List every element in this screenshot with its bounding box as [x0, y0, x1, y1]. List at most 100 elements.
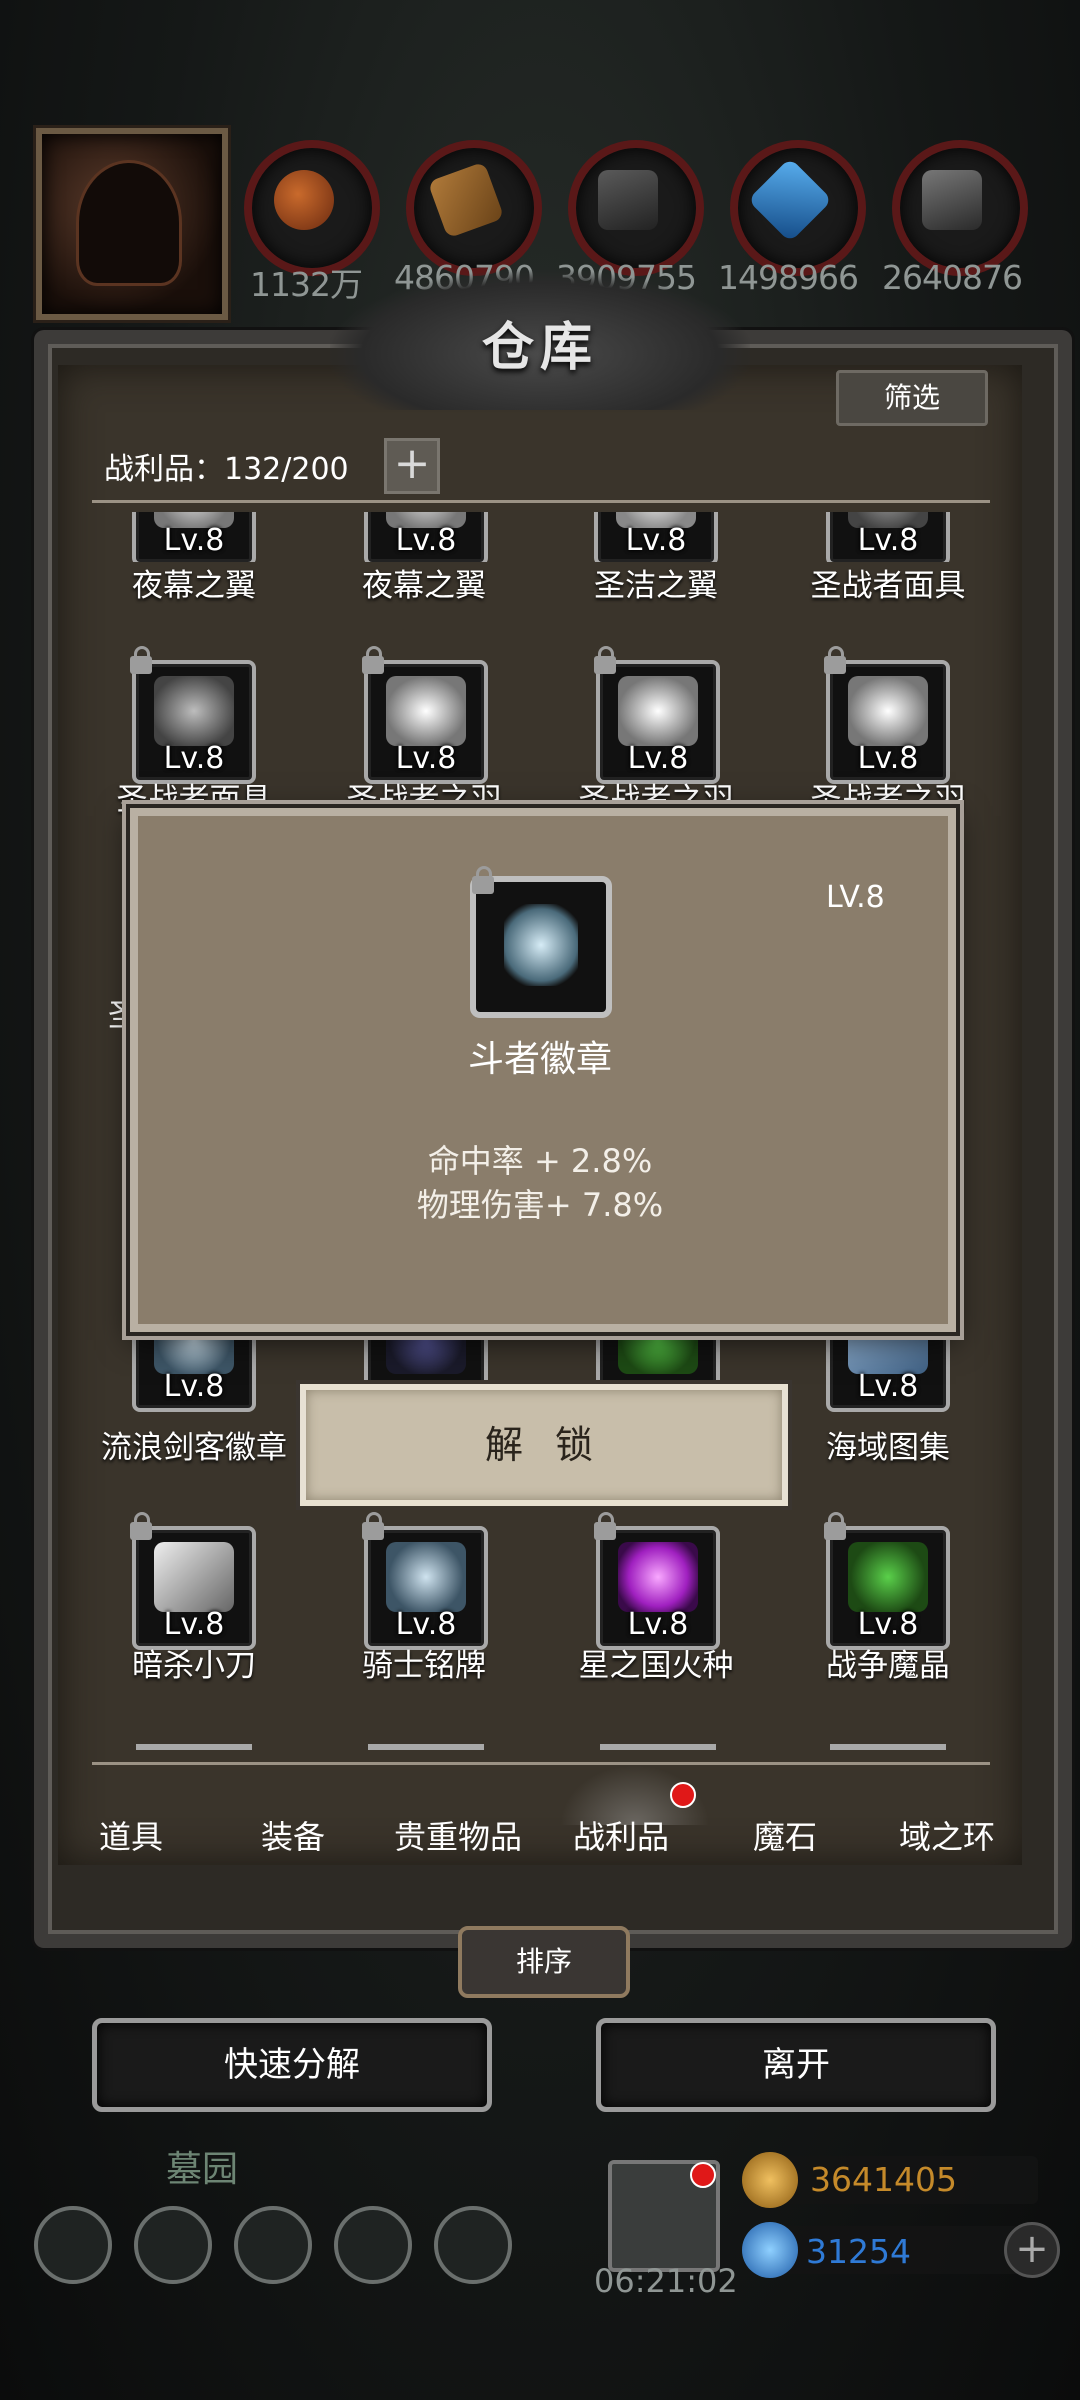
item-name: 海域图集 [826, 1430, 950, 1466]
tab-magic-stone[interactable]: 魔石 [710, 1812, 860, 1858]
item-slot[interactable]: Lv.8 [130, 646, 256, 784]
lock-icon [362, 646, 384, 674]
tooltip-stat: 物理伤害+ 7.8% [416, 1186, 664, 1224]
lock-icon [130, 646, 152, 674]
mask-icon [154, 676, 234, 746]
gift-timer: 06:21:02 [594, 2262, 738, 2300]
guild-icon[interactable] [434, 2206, 512, 2284]
item-level: Lv.8 [627, 741, 689, 776]
tooltip-stat: 命中率 + 2.8% [427, 1142, 653, 1180]
gold-amount: 3641405 [810, 2160, 957, 2199]
item-name: 夜幕之翼 [132, 568, 256, 604]
add-gems-button[interactable]: + [1004, 2222, 1060, 2278]
divider [92, 500, 990, 503]
hero-icon[interactable] [134, 2206, 212, 2284]
sort-button[interactable]: 排序 [458, 1926, 630, 1998]
leave-button[interactable]: 离开 [596, 2018, 996, 2112]
item-name: 骑士铭牌 [362, 1648, 486, 1684]
item-level: Lv.8 [627, 1607, 689, 1642]
item-slot[interactable]: Lv.8 [128, 512, 260, 562]
mail-icon[interactable] [334, 2206, 412, 2284]
item-slot[interactable]: Lv.8 [130, 1512, 256, 1650]
lock-icon [472, 866, 494, 894]
tooltip-level: LV.8 [826, 880, 885, 915]
knight-plate-icon [386, 1542, 466, 1612]
unlock-button[interactable]: 解 锁 [300, 1384, 788, 1506]
item-name: 夜幕之翼 [362, 568, 486, 604]
lock-icon [594, 1512, 616, 1540]
quick-decompose-button[interactable]: 快速分解 [92, 2018, 492, 2112]
item-level: Lv.8 [163, 523, 225, 558]
divider [92, 1762, 990, 1765]
item-slot[interactable]: Lv.8 [822, 512, 954, 562]
resource-crystal-icon[interactable] [730, 140, 866, 276]
location-label: 墓园 [166, 2149, 239, 2190]
item-name: 流浪剑客徽章 [101, 1430, 287, 1466]
item-name: 圣战者面具 [810, 568, 966, 604]
resource-iron-icon[interactable] [892, 140, 1028, 276]
lock-icon [594, 646, 616, 674]
gem-icon [742, 2222, 798, 2278]
item-level: Lv.8 [163, 1369, 225, 1404]
hooded-figure-icon [76, 160, 182, 286]
item-slot[interactable]: Lv.8 [590, 512, 722, 562]
feather-icon [618, 676, 698, 746]
tooltip-item-slot [470, 866, 612, 1018]
skills-icon[interactable] [234, 2206, 312, 2284]
item-level: Lv.8 [163, 741, 225, 776]
tooltip-item-name: 斗者徽章 [467, 1039, 612, 1080]
gem-amount: 31254 [806, 2232, 911, 2271]
notification-dot [690, 2162, 716, 2188]
loot-capacity: 战利品：132/200 [104, 452, 349, 487]
expand-capacity-button[interactable]: + [384, 438, 440, 494]
lock-icon [130, 1512, 152, 1540]
item-name: 圣洁之翼 [594, 568, 718, 604]
item-level: Lv.8 [857, 741, 919, 776]
item-slot-partial [600, 1744, 716, 1750]
tab-equipment[interactable]: 装备 [218, 1812, 368, 1858]
notification-dot [670, 1782, 696, 1808]
item-slot[interactable]: Lv.8 [360, 512, 492, 562]
dagger-icon [154, 1542, 234, 1612]
player-avatar[interactable] [36, 128, 228, 320]
feather-icon [848, 676, 928, 746]
item-level: Lv.8 [625, 523, 687, 558]
filter-button[interactable]: 筛选 [836, 370, 988, 426]
item-slot[interactable]: Lv.8 [824, 1512, 950, 1650]
war-crystal-icon [848, 1542, 928, 1612]
settings-icon[interactable] [34, 2206, 112, 2284]
item-level: Lv.8 [395, 523, 457, 558]
item-slot-partial [136, 1744, 252, 1750]
item-level: Lv.8 [163, 1607, 225, 1642]
fighter-badge-icon [504, 904, 578, 986]
item-slot-partial [368, 1744, 484, 1750]
tab-loot[interactable]: 战利品 [546, 1812, 696, 1858]
lock-icon [824, 1512, 846, 1540]
resource-stone-icon[interactable] [568, 140, 704, 276]
item-level: Lv.8 [857, 1369, 919, 1404]
tab-domain-ring[interactable]: 域之环 [872, 1812, 1022, 1858]
item-level: Lv.8 [395, 1607, 457, 1642]
gold-coin-icon [742, 2152, 798, 2208]
resource-wood-icon[interactable] [406, 140, 542, 276]
item-name: 战争魔晶 [826, 1648, 950, 1684]
lock-icon [362, 1512, 384, 1540]
feather-icon [386, 676, 466, 746]
resource-meat-icon[interactable] [244, 140, 380, 276]
item-slot[interactable]: Lv.8 [362, 646, 488, 784]
panel-title: 仓库 [481, 318, 598, 378]
item-name: 暗杀小刀 [132, 1648, 256, 1684]
item-slot[interactable]: Lv.8 [594, 1512, 720, 1650]
item-slot[interactable]: Lv.8 [824, 646, 950, 784]
item-level: Lv.8 [857, 523, 919, 558]
item-level: Lv.8 [857, 1607, 919, 1642]
item-slot[interactable]: Lv.8 [362, 1512, 488, 1650]
tab-items[interactable]: 道具 [56, 1812, 206, 1858]
item-slot-partial [830, 1744, 946, 1750]
tab-valuables[interactable]: 贵重物品 [378, 1812, 538, 1858]
lock-icon [824, 646, 846, 674]
resource-value: 2640876 [882, 258, 1023, 297]
purple-gem-icon [618, 1542, 698, 1612]
item-level: Lv.8 [395, 741, 457, 776]
item-slot[interactable]: Lv.8 [594, 646, 720, 784]
